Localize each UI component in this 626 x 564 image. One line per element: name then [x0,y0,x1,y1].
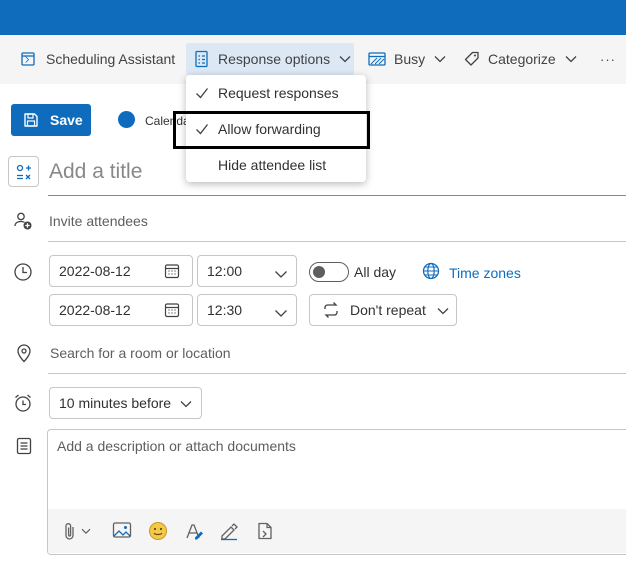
chevron-down-icon [274,305,288,321]
location-underline [48,373,626,374]
end-date-field[interactable]: 2022-08-12 [49,294,193,326]
calendar-icon[interactable] [164,263,180,282]
menu-item-label: Hide attendee list [218,157,327,173]
loop-icon[interactable] [255,521,275,544]
repeat-icon [324,302,338,318]
tag-icon [464,51,480,67]
location-input[interactable]: Search for a room or location [50,345,231,361]
chevron-down-icon [180,395,192,411]
globe-icon [422,262,440,283]
notes-icon [16,437,32,458]
invite-attendees-input[interactable]: Invite attendees [49,213,148,229]
save-label: Save [50,112,83,128]
start-time-value: 12:00 [207,263,243,279]
all-day-label: All day [354,264,397,280]
menu-item-request-responses[interactable]: Request responses [186,75,366,111]
save-button[interactable]: Save [11,104,91,136]
toggle-knob [313,266,325,278]
menu-item-label: Request responses [218,85,339,101]
response-options-icon [194,50,210,68]
attach-button[interactable] [63,521,91,541]
signature-icon[interactable] [219,521,239,544]
checkmark-icon [195,86,209,102]
highlight-box [173,111,370,149]
scheduling-assistant-button[interactable]: Scheduling Assistant [12,43,182,75]
end-date-value: 2022-08-12 [59,302,131,318]
end-time-select[interactable]: 12:30 [197,294,297,326]
start-date-field[interactable]: 2022-08-12 [49,255,193,287]
attach-icon [65,523,74,540]
clock-icon [13,262,33,285]
chevron-down-icon [274,266,288,282]
chevron-down-icon [339,55,351,63]
invite-underline [48,241,626,242]
all-day-toggle[interactable] [309,262,349,282]
title-icon[interactable] [8,156,39,187]
title-underline [48,195,626,196]
time-zones-label: Time zones [449,264,521,281]
reminder-select[interactable]: 10 minutes before [49,387,202,419]
location-icon [16,343,32,366]
chevron-down-icon [437,302,449,318]
chevron-down-icon [434,55,446,63]
alarm-icon [13,393,33,416]
scheduling-icon [20,50,38,68]
save-icon [24,113,38,127]
emoji-icon[interactable] [148,521,168,544]
response-options-label: Response options [218,51,331,67]
repeat-select[interactable]: Don't repeat [309,294,457,326]
scheduling-assistant-label: Scheduling Assistant [46,51,176,67]
categorize-button[interactable]: Categorize [464,43,580,75]
busy-button[interactable]: Busy [368,43,448,75]
busy-label: Busy [394,51,426,67]
reminder-label: 10 minutes before [59,395,172,411]
start-date-value: 2022-08-12 [59,263,131,279]
busy-icon [368,51,386,67]
calendar-icon[interactable] [164,302,180,321]
calendar-color-dot[interactable] [118,111,135,128]
categorize-label: Categorize [488,51,556,67]
people-add-icon [13,211,33,234]
response-options-button[interactable]: Response options [186,43,354,75]
chevron-down-icon [565,55,577,63]
app-header-bar [0,0,626,35]
start-time-select[interactable]: 12:00 [197,255,297,287]
chevron-down-icon [81,528,91,534]
format-icon[interactable] [184,521,204,544]
time-zones-link[interactable]: Time zones [422,262,521,283]
description-toolbar [48,509,626,553]
more-options-button[interactable]: ··· [600,43,616,75]
end-time-value: 12:30 [207,302,243,318]
title-input[interactable]: Add a title [49,160,142,184]
repeat-label: Don't repeat [350,302,426,318]
description-placeholder: Add a description or attach documents [57,438,296,454]
more-label: ··· [600,51,616,67]
image-icon[interactable] [112,521,132,542]
menu-item-hide-attendee-list[interactable]: Hide attendee list [186,147,366,183]
